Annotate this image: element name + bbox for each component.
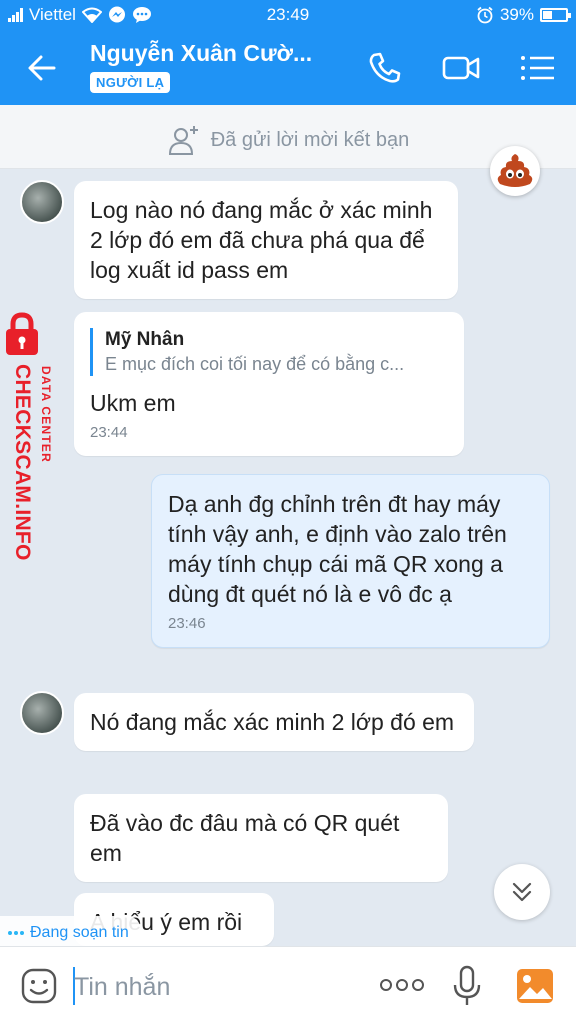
message-text: Ukm em bbox=[90, 390, 176, 416]
typing-indicator: Đang soạn tin bbox=[0, 916, 141, 946]
message-input-bar bbox=[0, 946, 576, 1024]
message-time: 23:46 bbox=[168, 615, 206, 632]
watermark-brand: CHECKSCAM.INFO bbox=[11, 364, 34, 561]
typing-dots-icon bbox=[8, 931, 24, 935]
contact-name[interactable]: Nguyễn Xuân Cườ... bbox=[90, 40, 312, 67]
battery-level bbox=[543, 11, 552, 19]
contact-avatar[interactable] bbox=[20, 691, 64, 735]
message-bubble-outgoing[interactable]: Dạ anh đg chỉnh trên đt hay máy tính vậy… bbox=[151, 474, 550, 648]
typing-label: Đang soạn tin bbox=[30, 924, 129, 941]
message-text: Đã vào đc đâu mà có QR quét em bbox=[90, 810, 400, 866]
message-time: 23:44 bbox=[90, 424, 128, 441]
message-bubble-incoming[interactable]: Nó đang mắc xác minh 2 lớp đó em bbox=[74, 693, 474, 751]
message-bubble-incoming[interactable]: Log nào nó đang mắc ở xác minh 2 lớp đó … bbox=[74, 181, 458, 299]
double-chevron-down-icon bbox=[512, 882, 532, 902]
image-gallery-icon[interactable] bbox=[515, 967, 555, 1005]
alarm-icon bbox=[477, 6, 493, 24]
poop-emoji-icon bbox=[497, 154, 533, 187]
status-bar: Viettel 23:49 39% bbox=[0, 0, 576, 30]
microphone-icon[interactable] bbox=[452, 965, 482, 1007]
menu-list-icon[interactable] bbox=[518, 50, 558, 86]
message-bubble-incoming[interactable]: Mỹ Nhân E mục đích coi tối nay để có bằn… bbox=[74, 312, 464, 456]
message-text: Nó đang mắc xác minh 2 lớp đó em bbox=[90, 709, 455, 735]
add-friend-icon bbox=[168, 126, 198, 155]
quoted-sender: Mỹ Nhân bbox=[105, 329, 185, 350]
watermark-label: DATA CENTER bbox=[39, 366, 53, 463]
contact-avatar[interactable] bbox=[20, 180, 64, 224]
battery-icon bbox=[540, 8, 571, 22]
back-arrow-icon[interactable] bbox=[26, 52, 58, 84]
message-text: Dạ anh đg chỉnh trên đt hay máy tính vậy… bbox=[168, 491, 507, 607]
quoted-text: E mục đích coi tối nay để có bằng c... bbox=[105, 354, 405, 374]
poop-sticker-button[interactable] bbox=[490, 146, 540, 196]
friend-request-status: Đã gửi lời mời kết bạn bbox=[210, 128, 410, 151]
quoted-message[interactable]: Mỹ Nhân E mục đích coi tối nay để có bằn… bbox=[90, 328, 448, 376]
chat-header: Nguyễn Xuân Cườ... NGƯỜI LẠ bbox=[0, 30, 576, 105]
message-input[interactable] bbox=[74, 967, 354, 1007]
message-text: Log nào nó đang mắc ở xác minh 2 lớp đó … bbox=[90, 197, 433, 283]
scroll-to-bottom-button[interactable] bbox=[494, 864, 550, 920]
padlock-icon bbox=[6, 312, 38, 355]
more-options-icon[interactable] bbox=[378, 975, 426, 995]
video-call-icon[interactable] bbox=[441, 50, 481, 86]
stranger-badge: NGƯỜI LẠ bbox=[90, 72, 171, 93]
phone-call-icon[interactable] bbox=[366, 50, 406, 86]
checkscam-watermark: CHECKSCAM.INFO DATA CENTER bbox=[6, 312, 53, 561]
message-bubble-incoming[interactable]: Đã vào đc đâu mà có QR quét em bbox=[74, 794, 448, 882]
battery-percent: 39% bbox=[499, 5, 534, 24]
emoji-picker-icon[interactable] bbox=[20, 967, 58, 1005]
